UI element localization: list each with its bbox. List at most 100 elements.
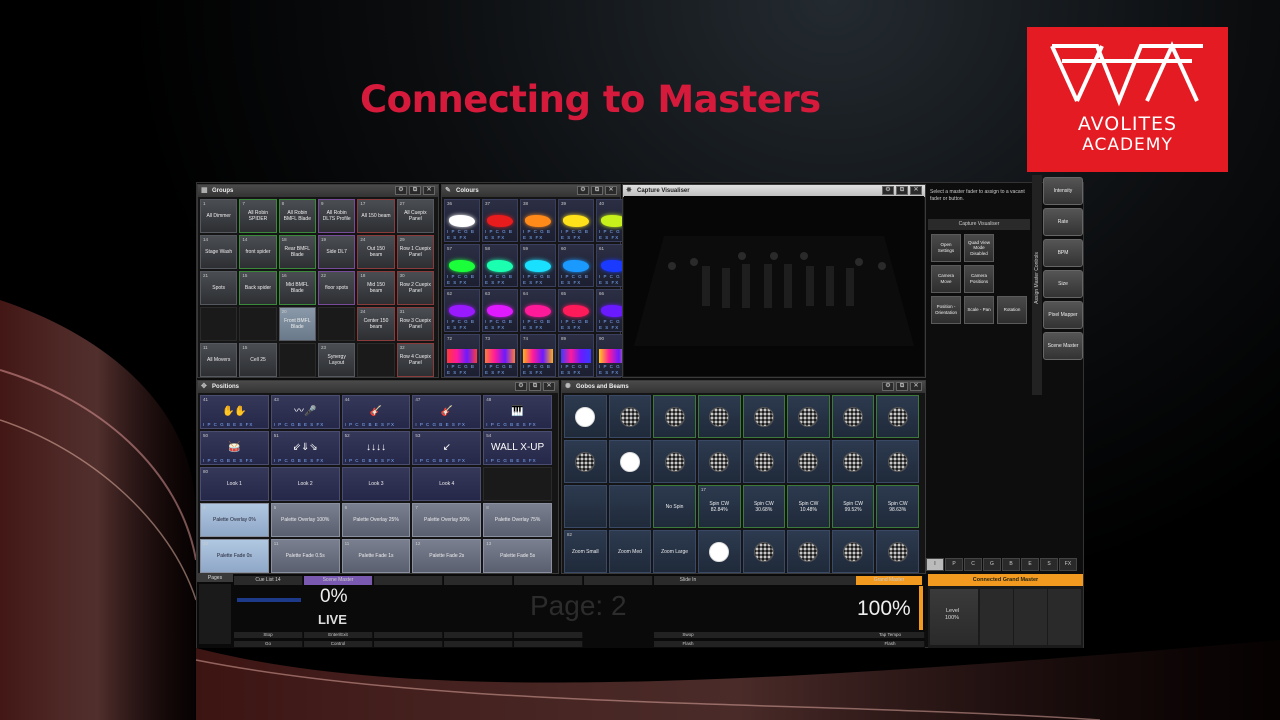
position-tile[interactable]: 43 〰🎤 I P C G B E S FX xyxy=(270,395,340,429)
maximize-icon[interactable]: ⧉ xyxy=(896,186,908,195)
groups-window-titlebar[interactable]: ▦ Groups ⚙ ⧉ ✕ xyxy=(198,185,438,197)
group-tile[interactable]: 9 All Robin DL7S Profile xyxy=(317,199,356,233)
master-type-button[interactable]: Intensity xyxy=(1043,177,1083,205)
gobo-tile[interactable] xyxy=(787,530,830,573)
gobo-tile[interactable] xyxy=(697,395,741,438)
gobo-tile[interactable] xyxy=(876,395,919,438)
playback-header[interactable] xyxy=(514,576,583,585)
group-tile[interactable]: 14 Stage Wash xyxy=(200,235,238,269)
playback-header[interactable] xyxy=(584,576,653,585)
group-tile[interactable]: 29 Row 1 Cuepix Panel xyxy=(396,235,434,269)
palette-fade-tile[interactable]: 11 Palette Fade 0.5s xyxy=(270,539,340,573)
close-icon[interactable]: ✕ xyxy=(910,186,922,195)
zoom-tile[interactable]: 82 Zoom Small xyxy=(564,530,607,573)
group-tile[interactable]: 18 Mid 150 beam xyxy=(357,271,395,305)
palette-overlay-tile[interactable]: 8 Palette Overlay 75% xyxy=(483,503,552,537)
colour-tile[interactable]: 39 I P C G B E S FX xyxy=(558,199,594,242)
colour-tile[interactable]: 64 I P C G B E S FX xyxy=(520,289,556,332)
settings-icon[interactable]: ⚙ xyxy=(515,382,527,391)
playback-function-button[interactable]: Stop xyxy=(234,632,303,638)
group-tile[interactable]: 7 All Robin SPIDER xyxy=(239,199,277,233)
rotation-button[interactable]: Rotation xyxy=(997,296,1027,324)
zoom-tile[interactable]: Zoom Med xyxy=(608,530,652,573)
group-tile[interactable] xyxy=(357,343,395,377)
gobos-window-titlebar[interactable]: ✺ Gobos and Beams ⚙ ⧉ ✕ xyxy=(562,381,925,393)
playback-function-button[interactable]: Control xyxy=(304,641,373,647)
playback-header[interactable]: Scene Master xyxy=(304,576,373,585)
group-tile[interactable]: 15 Cell 25 xyxy=(239,343,277,377)
look-tile[interactable]: Look 2 xyxy=(270,467,340,501)
maximize-icon[interactable]: ⧉ xyxy=(896,382,908,391)
close-icon[interactable]: ✕ xyxy=(910,382,922,391)
zoom-tile[interactable]: Zoom Large xyxy=(653,530,696,573)
gobo-tile[interactable] xyxy=(876,530,919,573)
position-tile[interactable]: 41 ✋✋ I P C G B E S FX xyxy=(200,395,269,429)
colour-tile[interactable]: 58 I P C G B E S FX xyxy=(482,244,518,287)
gobo-tile[interactable] xyxy=(831,530,875,573)
gobo-tile[interactable] xyxy=(831,440,875,483)
spin-tile[interactable] xyxy=(608,485,652,528)
palette-fade-tile[interactable]: 13 Palette Fade 5s xyxy=(483,539,552,573)
playback-function-button[interactable] xyxy=(444,632,513,638)
group-tile[interactable]: 20 Front BMFL Blade xyxy=(278,307,316,341)
key-tab-p[interactable]: P xyxy=(945,558,963,571)
key-tab-e[interactable]: E xyxy=(1021,558,1039,571)
spin-tile[interactable]: Spin CW 30.68% xyxy=(742,485,786,528)
position-orientation-button[interactable]: Position - Orientation xyxy=(931,296,961,324)
group-tile[interactable]: 17 All 150 beam xyxy=(357,199,395,233)
gobo-tile[interactable] xyxy=(831,395,875,438)
palette-overlay-tile[interactable]: 5 Palette Overlay 100% xyxy=(270,503,340,537)
gobo-tile[interactable] xyxy=(742,395,786,438)
gobo-tile[interactable] xyxy=(742,440,786,483)
group-tile[interactable]: 1 All Dimmer xyxy=(200,199,238,233)
playback-header[interactable] xyxy=(444,576,513,585)
playback-header[interactable]: Slide In xyxy=(654,576,723,585)
spin-tile[interactable]: 17 Spin CW 82.84% xyxy=(697,485,741,528)
gobo-tile[interactable] xyxy=(876,440,919,483)
settings-icon[interactable]: ⚙ xyxy=(395,186,407,195)
playback-function-button[interactable]: Swop xyxy=(654,632,723,638)
colour-tile[interactable]: 89 I P C G B E S FX xyxy=(558,334,594,377)
playback-function-button[interactable]: Tap Tempo xyxy=(856,632,925,638)
playback-header[interactable] xyxy=(790,576,859,585)
close-icon[interactable]: ✕ xyxy=(543,382,555,391)
gobo-tile[interactable] xyxy=(653,440,696,483)
group-tile[interactable]: 23 Synergy Layout xyxy=(317,343,356,377)
playback-function-button[interactable] xyxy=(790,632,859,638)
playback-header[interactable] xyxy=(374,576,443,585)
gobo-tile[interactable] xyxy=(697,440,741,483)
positions-window-titlebar[interactable]: ✥ Positions ⚙ ⧉ ✕ xyxy=(198,381,558,393)
look-tile[interactable]: 80 Look 1 xyxy=(200,467,269,501)
group-tile[interactable] xyxy=(278,343,316,377)
position-tile[interactable]: 44 🎸 I P C G B E S FX xyxy=(341,395,411,429)
group-tile[interactable] xyxy=(239,307,277,341)
playback-header[interactable] xyxy=(722,576,791,585)
colour-tile[interactable]: 74 I P C G B E S FX xyxy=(520,334,556,377)
spin-tile[interactable]: Spin CW 10.48% xyxy=(787,485,830,528)
colour-tile[interactable]: 59 I P C G B E S FX xyxy=(520,244,556,287)
position-tile[interactable]: 53 ↙ I P C G B E S FX xyxy=(412,431,482,465)
master-type-button[interactable]: Rate xyxy=(1043,208,1083,236)
maximize-icon[interactable]: ⧉ xyxy=(409,186,421,195)
colour-tile[interactable]: 38 I P C G B E S FX xyxy=(520,199,556,242)
position-tile[interactable]: 51 ⇙⇓⇘ I P C G B E S FX xyxy=(270,431,340,465)
key-tab-fx[interactable]: FX xyxy=(1059,558,1077,571)
spin-tile[interactable]: No Spin xyxy=(653,485,696,528)
key-tab-b[interactable]: B xyxy=(1002,558,1020,571)
settings-icon[interactable]: ⚙ xyxy=(882,186,894,195)
playback-function-button[interactable] xyxy=(722,632,791,638)
quad-view-button[interactable]: Quad View Mode Disabled xyxy=(964,234,994,262)
colour-tile[interactable]: 72 I P C G B E S FX xyxy=(444,334,480,377)
master-type-button[interactable]: Pixel Mapper xyxy=(1043,301,1083,329)
empty-master-slots[interactable] xyxy=(980,589,1082,645)
gobo-tile[interactable] xyxy=(564,440,607,483)
colour-tile[interactable]: 37 I P C G B E S FX xyxy=(482,199,518,242)
group-tile[interactable]: 18 Rear BMFL Blade xyxy=(278,235,316,269)
empty-tile[interactable] xyxy=(483,467,552,501)
position-tile[interactable]: 52 ↓↓↓↓ I P C G B E S FX xyxy=(341,431,411,465)
colour-tile[interactable]: 73 I P C G B E S FX xyxy=(482,334,518,377)
group-tile[interactable]: 27 All Cuepix Panel xyxy=(396,199,434,233)
group-tile[interactable] xyxy=(200,307,238,341)
camera-move-button[interactable]: Camera Move xyxy=(931,265,961,293)
position-tile[interactable]: 48 🎹 I P C G B E S FX xyxy=(483,395,552,429)
